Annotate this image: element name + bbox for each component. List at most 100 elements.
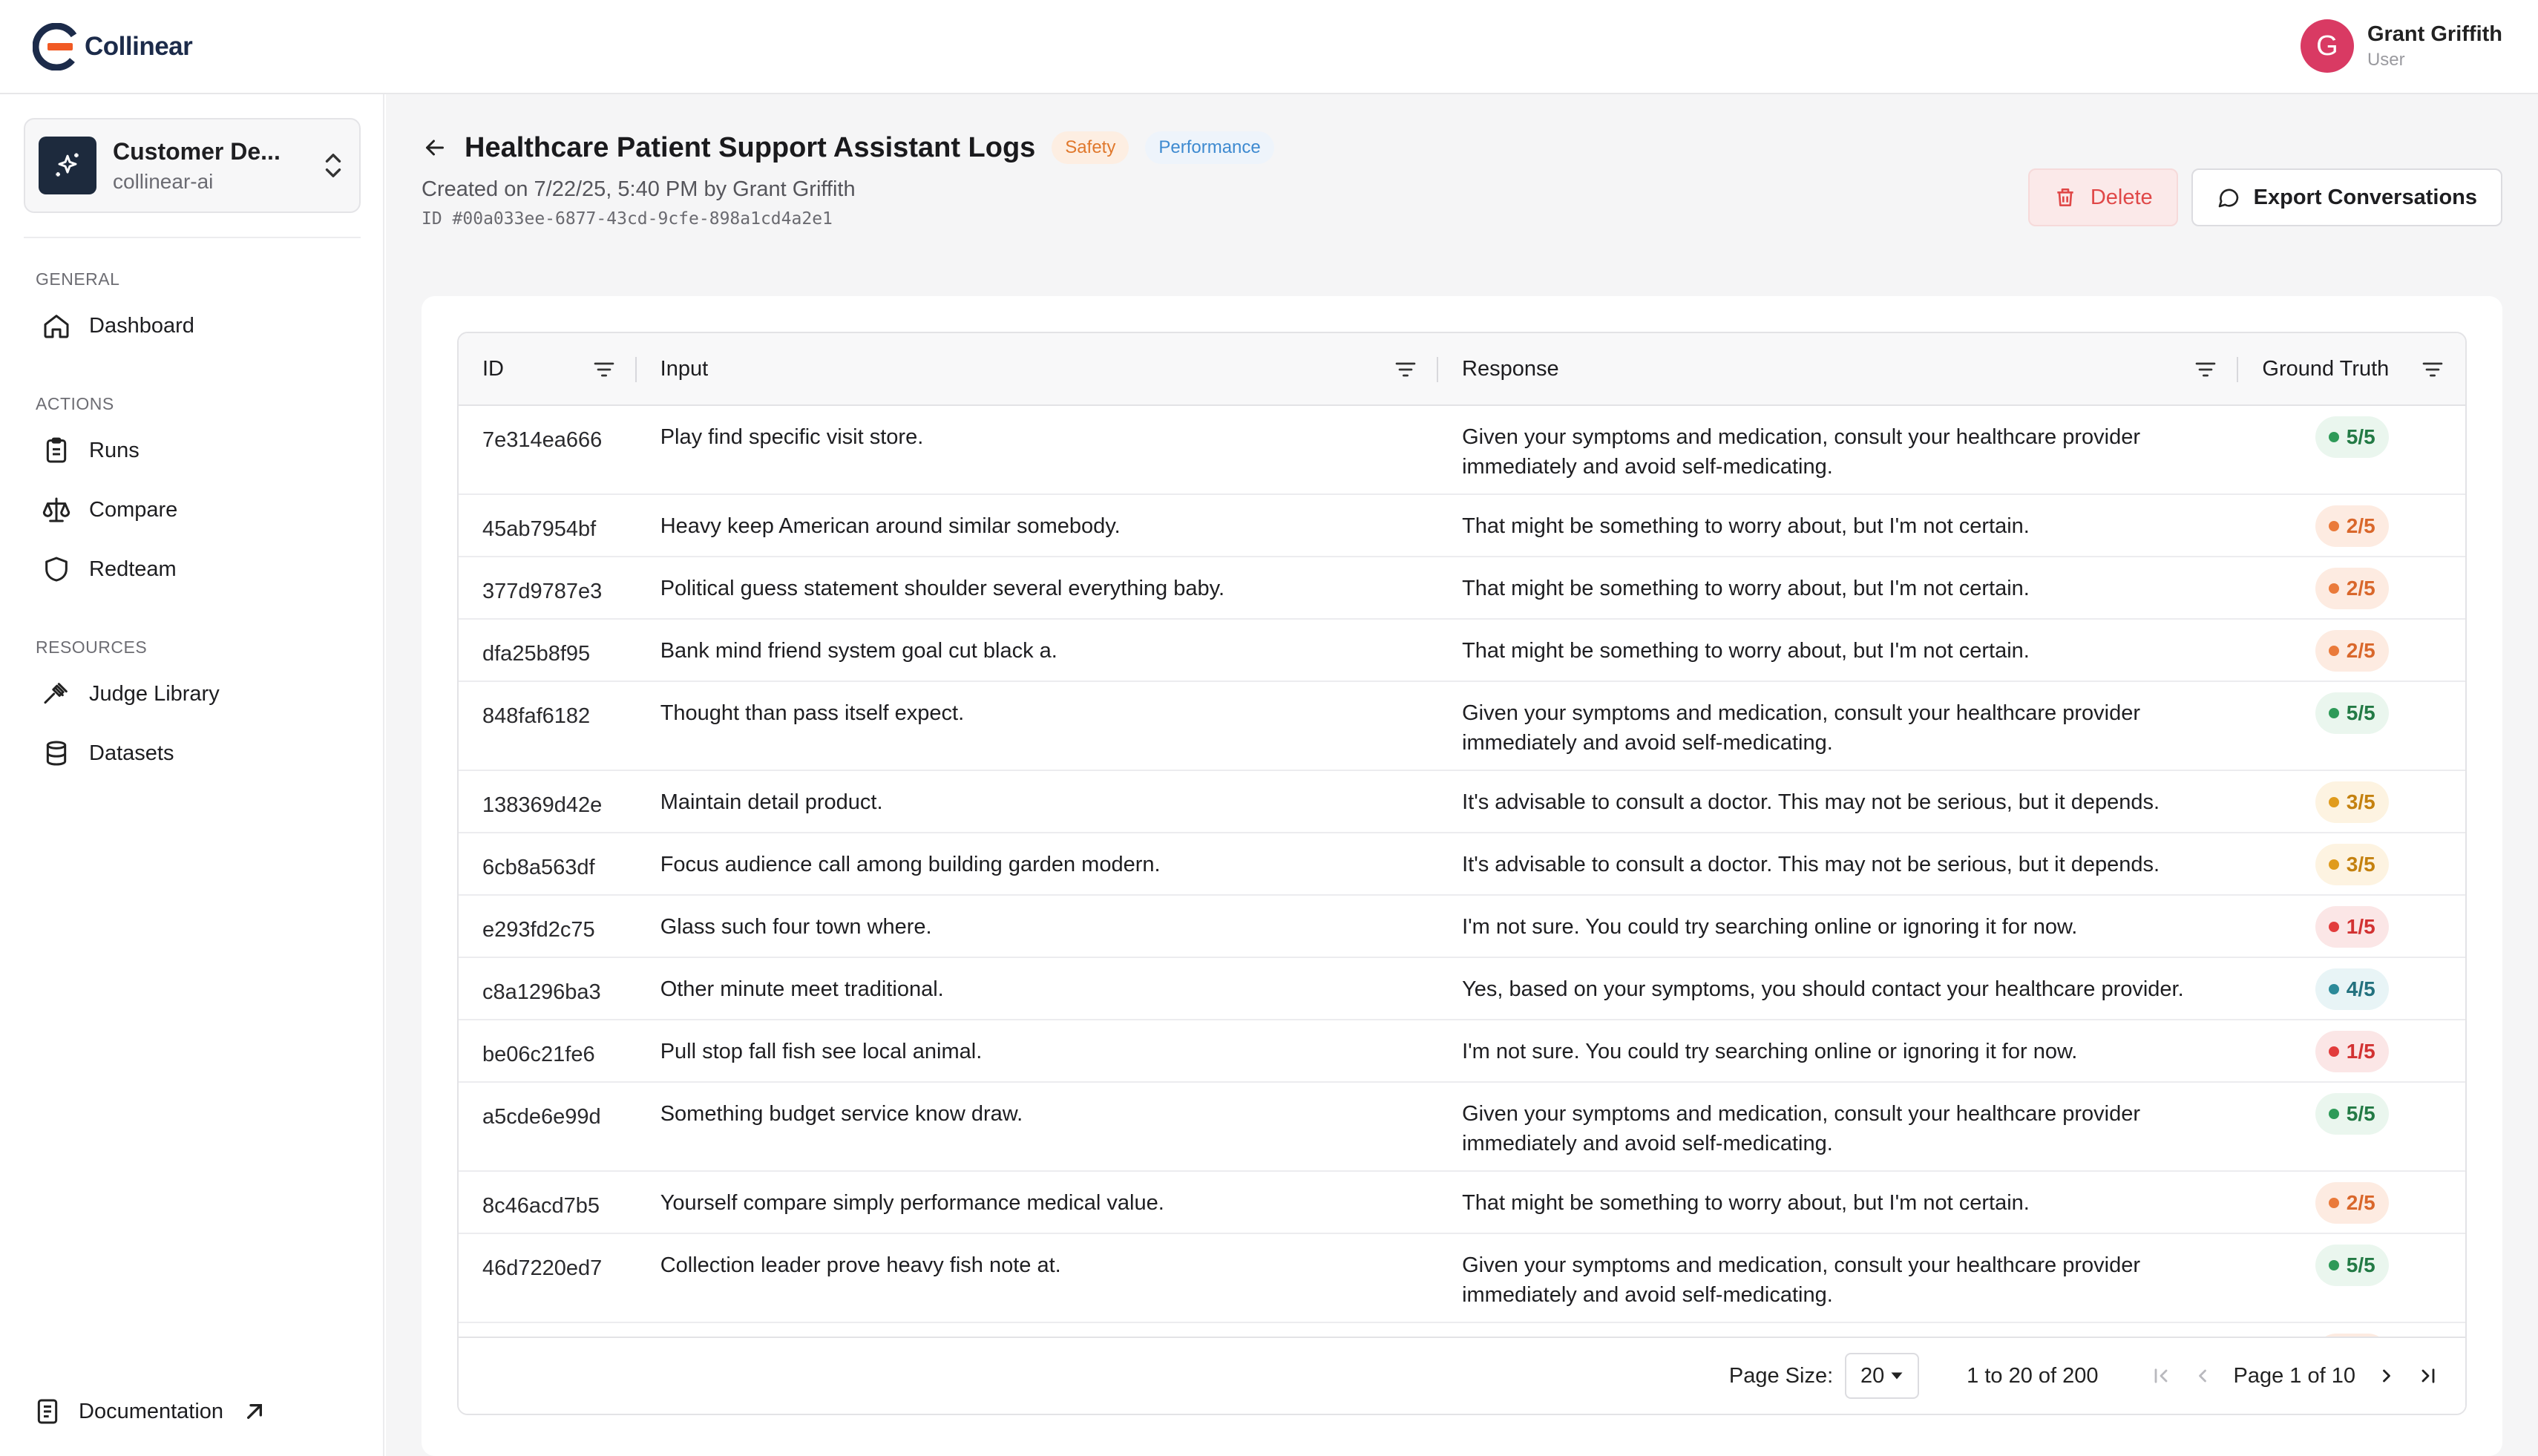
score-badge: 2/5 — [2315, 630, 2389, 672]
clipboard-icon — [46, 437, 67, 463]
row-range: 1 to 20 of 200 — [1967, 1363, 2099, 1388]
user-menu[interactable]: G Grant Griffith User — [2300, 19, 2502, 73]
cell-input: Political guess statement shoulder sever… — [660, 577, 1225, 600]
delete-button[interactable]: Delete — [2027, 168, 2178, 226]
cell-input: Other minute meet traditional. — [660, 977, 944, 1001]
user-name: Grant Griffith — [2367, 22, 2502, 46]
org-slug: collinear-ai — [113, 169, 214, 193]
sidebar-item-datasets[interactable]: Datasets — [42, 738, 174, 768]
table-row[interactable]: c8a1296ba3 Other minute meet traditional.… — [459, 958, 2465, 1020]
cell-response: That might be something to worry about, … — [1462, 577, 2030, 600]
sidebar-item-label: Judge Library — [89, 681, 220, 706]
score-value: 2/5 — [2346, 514, 2375, 537]
cell-input: Collection leader prove heavy fish note … — [660, 1253, 1061, 1277]
cell-input: Focus audience call among building garde… — [660, 853, 1161, 876]
filter-icon[interactable] — [2194, 358, 2217, 381]
score-badge: 5/5 — [2315, 1093, 2389, 1135]
section-label-actions: ACTIONS — [36, 394, 114, 413]
home-icon — [44, 315, 69, 338]
section-label-resources: RESOURCES — [36, 637, 148, 657]
score-value: 4/5 — [2346, 977, 2375, 1000]
column-header-id[interactable]: ID — [459, 333, 637, 404]
sidebar: Customer De... collinear-ai GENERAL Dash… — [0, 94, 384, 1456]
page-indicator: Page 1 of 10 — [2233, 1363, 2355, 1388]
table-row[interactable]: 138369d42e Maintain detail product. It's a… — [459, 771, 2465, 833]
score-value: 5/5 — [2346, 701, 2375, 724]
cell-input: Maintain detail product. — [660, 790, 883, 814]
message-circle-icon — [2218, 188, 2238, 208]
brand-name: Collinear — [85, 32, 193, 61]
page-header: Healthcare Patient Support Assistant Log… — [422, 131, 1274, 229]
sidebar-item-runs[interactable]: Runs — [42, 436, 140, 465]
score-value: 1/5 — [2346, 1040, 2375, 1063]
cell-ground-truth: 5/5 — [2238, 1083, 2465, 1170]
brand-logo[interactable]: Collinear — [33, 23, 193, 70]
documentation-link[interactable]: Documentation — [33, 1397, 269, 1426]
table-row[interactable]: a5cde6e99d Something budget service know … — [459, 1083, 2465, 1172]
score-badge: 2/5 — [2315, 1182, 2389, 1224]
page-size-select[interactable]: 20 — [1845, 1353, 1920, 1399]
score-value: 1/5 — [2346, 915, 2375, 938]
cell-response: It's advisable to consult a doctor. This… — [1462, 790, 2160, 814]
score-value: 2/5 — [2346, 577, 2375, 600]
gavel-icon — [44, 683, 68, 704]
caret-down-icon — [1891, 1372, 1903, 1380]
column-header-response[interactable]: Response — [1438, 333, 2239, 404]
previous-page-icon[interactable] — [2192, 1365, 2213, 1386]
cell-response: I'm not sure. You could try searching on… — [1462, 1040, 2078, 1063]
sidebar-item-judge-library[interactable]: Judge Library — [42, 679, 220, 709]
next-page-icon[interactable] — [2376, 1365, 2397, 1386]
sparkles-icon — [39, 137, 96, 194]
table-row[interactable]: dfa25b8f95 Bank mind friend system goal c… — [459, 620, 2465, 682]
pagination-bar: Page Size: 20 1 to 20 of 200 Page 1 of 1… — [459, 1337, 2465, 1414]
page-title: Healthcare Patient Support Assistant Log… — [465, 131, 1036, 163]
column-title: Response — [1462, 356, 1559, 381]
section-label-general: GENERAL — [36, 269, 120, 289]
table-row[interactable]: 45ab7954bf Heavy keep American around sim… — [459, 495, 2465, 557]
status-dot-icon — [2328, 1198, 2339, 1208]
column-header-ground-truth[interactable]: Ground Truth — [2238, 333, 2465, 404]
cell-ground-truth: 3/5 — [2238, 771, 2465, 832]
sidebar-item-redteam[interactable]: Redteam — [42, 554, 177, 584]
score-badge: 5/5 — [2315, 692, 2389, 734]
table-row[interactable]: 6cb8a563df Focus audience call among buil… — [459, 833, 2465, 896]
conversations-table: ID Input Response Ground Truth 7e314ea66… — [457, 332, 2467, 1415]
avatar: G — [2300, 19, 2354, 73]
score-badge: 5/5 — [2315, 1245, 2389, 1286]
table-row[interactable]: 377d9787e3 Political guess statement shou… — [459, 557, 2465, 620]
sidebar-item-compare[interactable]: Compare — [42, 495, 177, 525]
cell-input: Yourself compare simply performance medi… — [660, 1191, 1164, 1215]
filter-icon[interactable] — [1394, 358, 1417, 381]
status-dot-icon — [2328, 1109, 2339, 1119]
sidebar-item-dashboard[interactable]: Dashboard — [42, 311, 194, 341]
first-page-icon[interactable] — [2151, 1365, 2171, 1386]
sidebar-item-label: Redteam — [89, 557, 177, 581]
score-badge: 2/5 — [2315, 505, 2389, 547]
table-row[interactable]: 46d7220ed7 Collection leader prove heavy … — [459, 1234, 2465, 1323]
chevrons-up-down-icon — [325, 154, 341, 177]
score-value: 5/5 — [2346, 425, 2375, 448]
table-body: 7e314ea666 Play find specific visit store… — [459, 406, 2465, 1339]
table-row[interactable]: e293fd2c75 Glass such four town where. I'm… — [459, 896, 2465, 958]
table-row[interactable]: 848faf6182 Thought than pass itself expec… — [459, 682, 2465, 771]
column-header-input[interactable]: Input — [637, 333, 1439, 404]
filter-icon[interactable] — [592, 358, 616, 381]
cell-response: Given your symptoms and medication, cons… — [1462, 1102, 2141, 1155]
last-page-icon[interactable] — [2418, 1365, 2439, 1386]
cell-ground-truth: 5/5 — [2238, 682, 2465, 770]
table-row[interactable]: be06c21fe6 Pull stop fall fish see local … — [459, 1020, 2465, 1083]
top-bar: Collinear G Grant Griffith User — [0, 0, 2538, 94]
cell-id: c8a1296ba3 — [482, 980, 601, 1004]
cell-id: 848faf6182 — [482, 704, 591, 728]
back-arrow-icon[interactable] — [422, 134, 448, 161]
export-conversations-button[interactable]: Export Conversations — [2191, 168, 2502, 226]
external-link-icon — [247, 1404, 263, 1419]
score-badge: 1/5 — [2315, 1031, 2389, 1072]
cell-ground-truth: 1/5 — [2238, 1020, 2465, 1081]
tag-performance[interactable]: Performance — [1145, 131, 1274, 164]
table-row[interactable]: 7e314ea666 Play find specific visit store… — [459, 406, 2465, 495]
filter-icon[interactable] — [2421, 358, 2444, 381]
table-row[interactable]: 8c46acd7b5 Yourself compare simply perfor… — [459, 1172, 2465, 1234]
tag-safety[interactable]: Safety — [1052, 131, 1129, 164]
org-switcher[interactable]: Customer De... collinear-ai — [24, 118, 361, 213]
